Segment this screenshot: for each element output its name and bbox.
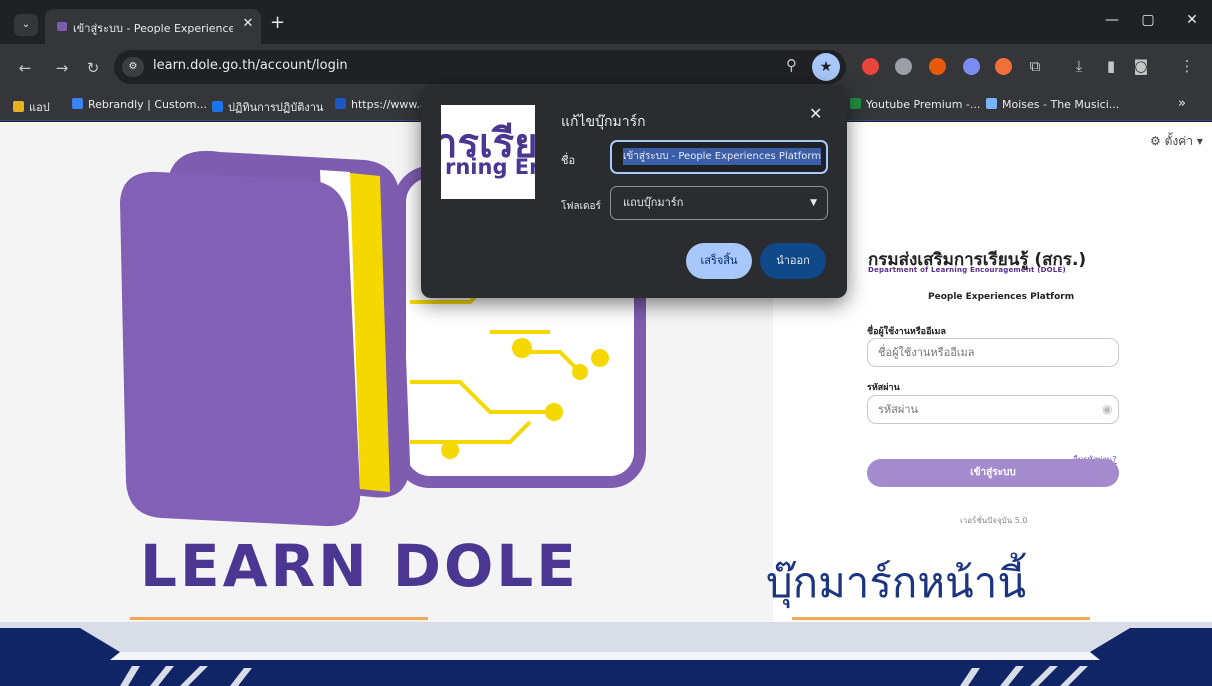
- menu-icon[interactable]: ⋮: [1178, 57, 1196, 75]
- zoom-icon[interactable]: ⚲: [786, 56, 797, 74]
- url-text[interactable]: learn.dole.go.th/account/login: [153, 58, 348, 73]
- book-cover: [120, 171, 361, 527]
- folder-select[interactable]: แถบบุ๊กมาร์ก ▼: [610, 186, 828, 220]
- bookmark-youtube[interactable]: Youtube Premium -...: [850, 98, 980, 111]
- extension-icon[interactable]: [995, 58, 1012, 75]
- browser-window: ⌄ เข้าสู่ระบบ - People Experiences Platf…: [0, 0, 1212, 686]
- show-password-eye-icon[interactable]: ◉: [1102, 402, 1112, 416]
- thumbnail-text: rning Enc: [445, 155, 535, 179]
- tab-close-icon[interactable]: ✕: [241, 16, 255, 31]
- name-label: ชื่อ: [561, 154, 576, 167]
- username-label: ชื่อผู้ใช้งานหรืออีเมล: [867, 327, 946, 337]
- remove-button[interactable]: นำออก: [760, 243, 826, 279]
- password-input[interactable]: [867, 395, 1119, 424]
- address-bar[interactable]: ⚙ learn.dole.go.th/account/login ⚲ ★: [114, 50, 846, 84]
- link-icon: [72, 98, 83, 109]
- bookmark-apps[interactable]: แอป: [13, 98, 50, 116]
- profile-avatar-icon[interactable]: ◙: [1132, 57, 1150, 75]
- bookmark-rebrandly[interactable]: Rebrandly | Custom...: [72, 98, 207, 111]
- tab-active[interactable]: เข้าสู่ระบบ - People Experiences Platfor…: [45, 9, 261, 44]
- bookmark-star-icon[interactable]: ★: [812, 53, 840, 81]
- bottom-stripes: [0, 622, 1212, 686]
- org-name-en: Department of Learning Encouragement (DO…: [868, 266, 1066, 274]
- download-icon[interactable]: ⤓: [1070, 57, 1088, 75]
- bookmark-label: แอป: [29, 101, 50, 114]
- settings-label: ตั้งค่า ▾: [1164, 134, 1203, 148]
- bookmarks-overflow-icon[interactable]: »: [1178, 96, 1186, 111]
- brand-title: LEARN DOLE: [140, 532, 579, 600]
- minimize-icon[interactable]: —: [1102, 12, 1122, 28]
- close-window-icon[interactable]: ✕: [1182, 12, 1202, 28]
- chevron-down-icon: ▼: [810, 198, 817, 208]
- extensions-puzzle-icon[interactable]: ⧉: [1026, 57, 1044, 75]
- apps-grid-icon: [13, 101, 24, 112]
- divider: [792, 617, 1090, 620]
- settings-menu[interactable]: ⚙ ตั้งค่า ▾: [1150, 132, 1203, 151]
- dialog-close-icon[interactable]: ✕: [809, 104, 822, 123]
- moises-icon: [986, 98, 997, 109]
- bookmark-label: Youtube Premium -...: [866, 98, 981, 111]
- bottom-decoration: [0, 622, 1212, 686]
- new-tab-icon[interactable]: +: [270, 12, 285, 33]
- bookmark-name-value: เข้าสู่ระบบ - People Experiences Platfor…: [623, 148, 822, 165]
- site-icon: [335, 98, 346, 109]
- bookmark-moises[interactable]: Moises - The Musici...: [986, 98, 1119, 111]
- camera-extension-icon[interactable]: [895, 58, 912, 75]
- edit-bookmark-dialog: ารเรีย rning Enc แก้ไขบุ๊กมาร์ก ✕ ชื่อ เ…: [421, 85, 847, 298]
- extension-icon[interactable]: [929, 58, 946, 75]
- divider: [130, 617, 428, 620]
- reload-icon[interactable]: ↻: [84, 59, 102, 77]
- done-button[interactable]: เสร็จสิ้น: [686, 243, 752, 279]
- bookmark-caption: บุ๊กมาร์กหน้านี้: [766, 558, 1027, 607]
- bookmark-label: Moises - The Musici...: [1002, 98, 1120, 111]
- login-button[interactable]: เข้าสู่ระบบ: [867, 459, 1119, 487]
- username-input[interactable]: [867, 338, 1119, 367]
- password-label: รหัสผ่าน: [867, 383, 900, 393]
- toolbar: ← → ↻ ⚙ learn.dole.go.th/account/login ⚲…: [0, 44, 1212, 91]
- page-thumbnail: ารเรีย rning Enc: [441, 105, 535, 199]
- title-bar: ⌄ เข้าสู่ระบบ - People Experiences Platf…: [0, 0, 1212, 44]
- extension-icon[interactable]: [862, 58, 879, 75]
- bookmark-name-input[interactable]: เข้าสู่ระบบ - People Experiences Platfor…: [610, 140, 828, 174]
- site-info-icon[interactable]: ⚙: [122, 57, 144, 77]
- bookmark-calendar[interactable]: ปฏิทินการปฏิบัติงาน: [212, 98, 323, 116]
- folder-label: โฟลเดอร์: [561, 201, 601, 212]
- forward-icon[interactable]: →: [53, 59, 71, 77]
- bookmark-label: Rebrandly | Custom...: [88, 98, 208, 111]
- extension-icon[interactable]: [963, 58, 980, 75]
- tab-title: เข้าสู่ระบบ - People Experiences Platfor…: [73, 22, 233, 35]
- tab-search-icon[interactable]: ⌄: [14, 14, 38, 36]
- version-text: เวอร์ชั่นปัจจุบัน 5.0: [960, 516, 1028, 525]
- gear-icon: ⚙: [1150, 134, 1161, 148]
- folder-value: แถบบุ๊กมาร์ก: [623, 196, 684, 209]
- calendar-icon: [212, 101, 223, 112]
- side-panel-icon[interactable]: ▮: [1102, 57, 1120, 75]
- dialog-title: แก้ไขบุ๊กมาร์ก: [561, 114, 646, 130]
- platform-name: People Experiences Platform: [928, 292, 1075, 302]
- tab-favicon-icon: [57, 22, 67, 31]
- back-icon[interactable]: ←: [16, 59, 34, 77]
- bookmark-label: ปฏิทินการปฏิบัติงาน: [228, 101, 324, 114]
- maximize-icon[interactable]: ▢: [1138, 12, 1158, 28]
- plus-site-icon: [850, 98, 861, 109]
